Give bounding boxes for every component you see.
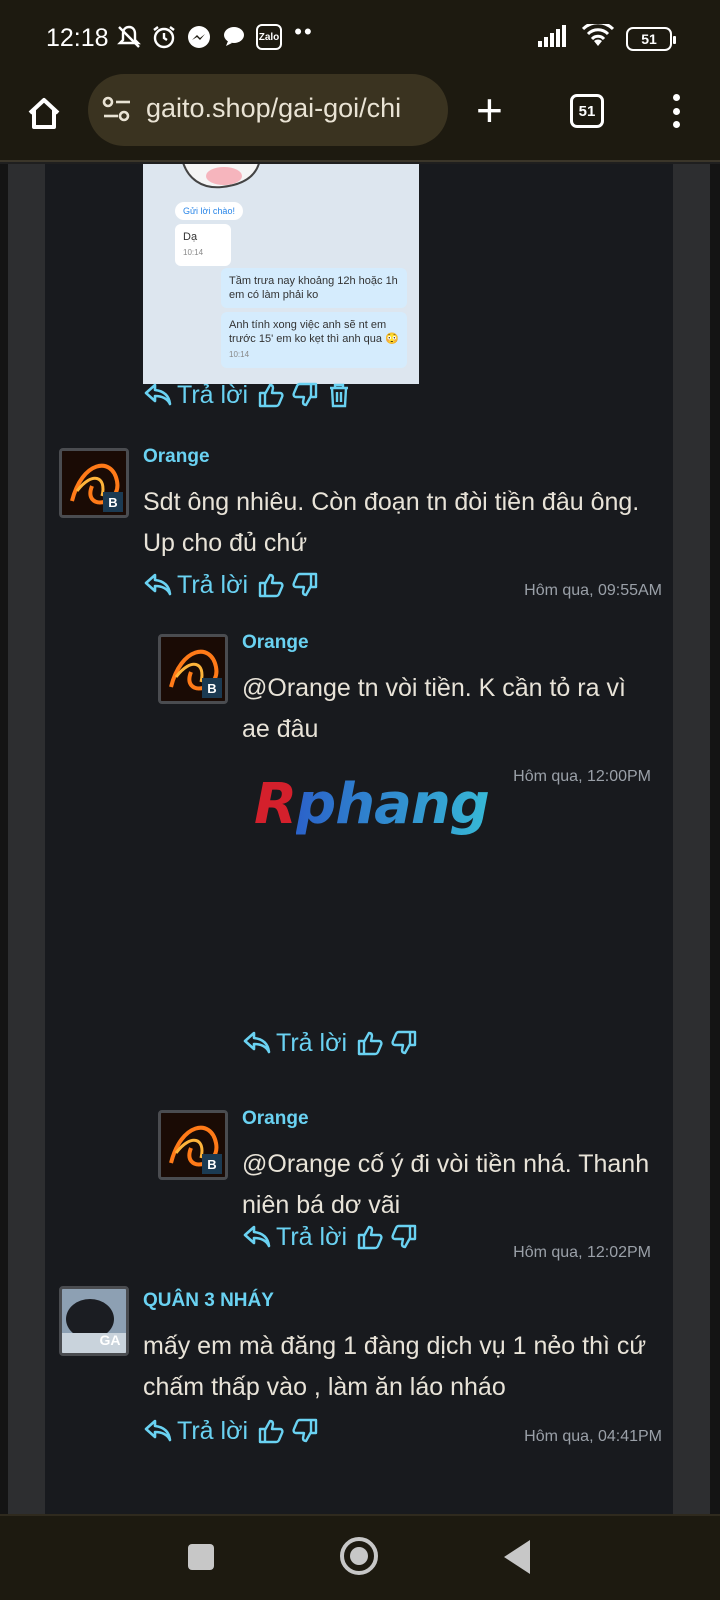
post-actions: Trả lời <box>143 1416 320 1446</box>
chat-bubble: Tầm trưa nay khoảng 12h hoặc 1h em có là… <box>221 268 407 308</box>
post-text: mấy em mà đăng 1 đàng dịch vụ 1 nẻo thì … <box>143 1332 647 1401</box>
post-text: Sdt ông nhiêu. Còn đoạn tn đòi tiền đâu … <box>143 488 640 557</box>
watermark-logo: Rphang <box>254 772 490 837</box>
status-bar: 12:18 Zalo •• 51 <box>0 0 720 80</box>
browser-toolbar: gaito.shop/gai-goi/chi + 51 <box>0 74 720 162</box>
thumbs-up-icon[interactable] <box>256 570 286 600</box>
post-text: @Orange cố ý đi vòi tiền nhá. Thanh niên… <box>242 1150 650 1219</box>
thumbs-down-icon[interactable] <box>290 1416 320 1446</box>
chat-icon <box>221 24 247 50</box>
reply-button[interactable]: Trả lời <box>276 1029 347 1058</box>
timestamp: Hôm qua, 04:41PM <box>524 1428 662 1445</box>
reply-arrow-icon[interactable] <box>242 1222 272 1252</box>
post-actions: Trả lời <box>143 380 354 410</box>
tab-switcher-button[interactable]: 51 <box>570 94 604 128</box>
avatar[interactable]: GA <box>59 1286 129 1356</box>
home-button[interactable] <box>340 1537 378 1575</box>
zalo-icon: Zalo <box>256 24 282 50</box>
post-actions: Trả lời <box>242 1222 419 1252</box>
username[interactable]: Orange <box>143 446 210 468</box>
username[interactable]: Orange <box>242 632 309 654</box>
user-badge: B <box>202 678 222 698</box>
site-settings-icon[interactable] <box>102 96 132 122</box>
username[interactable]: Orange <box>242 1108 309 1130</box>
thumbs-up-icon[interactable] <box>256 380 286 410</box>
reply-button[interactable]: Trả lời <box>177 571 248 600</box>
avatar[interactable]: B <box>158 1110 228 1180</box>
reply-button[interactable]: Trả lời <box>276 1223 347 1252</box>
thumbs-up-icon[interactable] <box>355 1222 385 1252</box>
system-indicators: 51 <box>538 21 676 53</box>
timestamp: Hôm qua, 12:02PM <box>513 1244 651 1261</box>
user-badge: B <box>202 1154 222 1174</box>
chat-bubble: Anh tính xong việc anh sẽ nt em trước 15… <box>221 312 407 368</box>
chat-bubble: Dạ 10:14 <box>175 224 231 266</box>
thumbs-down-icon[interactable] <box>290 570 320 600</box>
page-content[interactable]: Gửi lời chào! Dạ 10:14 Tầm trưa nay khoản… <box>0 164 720 1514</box>
chat-screenshot-image[interactable]: Gửi lời chào! Dạ 10:14 Tầm trưa nay khoản… <box>143 164 419 384</box>
avatar[interactable]: B <box>59 448 129 518</box>
avatar[interactable]: B <box>158 634 228 704</box>
mute-bell-icon <box>116 24 142 50</box>
greeting-chip: Gửi lời chào! <box>175 202 243 220</box>
signal-icon <box>538 25 570 52</box>
battery-icon: 51 <box>626 26 676 51</box>
wifi-icon <box>581 21 615 53</box>
new-tab-button[interactable]: + <box>476 87 503 133</box>
home-icon[interactable] <box>24 94 64 134</box>
post-text: @Orange tn vòi tiền. K cần tỏ ra vì ae đ… <box>242 674 626 743</box>
reply-arrow-icon[interactable] <box>242 1028 272 1058</box>
timestamp: Hôm qua, 09:55AM <box>524 582 662 599</box>
address-bar[interactable]: gaito.shop/gai-goi/chi <box>88 74 448 146</box>
back-button[interactable] <box>504 1540 530 1574</box>
reply-arrow-icon[interactable] <box>143 380 173 410</box>
trash-icon[interactable] <box>324 380 354 410</box>
user-badge: GA <box>99 1332 121 1348</box>
reply-button[interactable]: Trả lời <box>177 1417 248 1446</box>
clock: 12:18 <box>46 24 109 52</box>
notification-icons: Zalo •• <box>116 19 317 50</box>
overflow-menu-icon[interactable] <box>672 94 680 128</box>
post-actions: Trả lời <box>143 570 320 600</box>
post-actions: Trả lời <box>242 1028 419 1058</box>
username[interactable]: QUÂN 3 NHÁY <box>143 1290 274 1312</box>
thumbs-down-icon[interactable] <box>290 380 320 410</box>
system-nav-bar <box>0 1514 720 1600</box>
alarm-icon <box>151 24 177 50</box>
thumbs-down-icon[interactable] <box>389 1028 419 1058</box>
url-text[interactable]: gaito.shop/gai-goi/chi <box>146 93 436 124</box>
user-badge: B <box>103 492 123 512</box>
reply-button[interactable]: Trả lời <box>177 381 248 410</box>
more-dots-icon: •• <box>294 19 314 44</box>
reply-arrow-icon[interactable] <box>143 1416 173 1446</box>
thumbs-up-icon[interactable] <box>355 1028 385 1058</box>
reply-arrow-icon[interactable] <box>143 570 173 600</box>
thumbs-up-icon[interactable] <box>256 1416 286 1446</box>
messenger-icon <box>186 24 212 50</box>
recents-button[interactable] <box>188 1544 214 1570</box>
